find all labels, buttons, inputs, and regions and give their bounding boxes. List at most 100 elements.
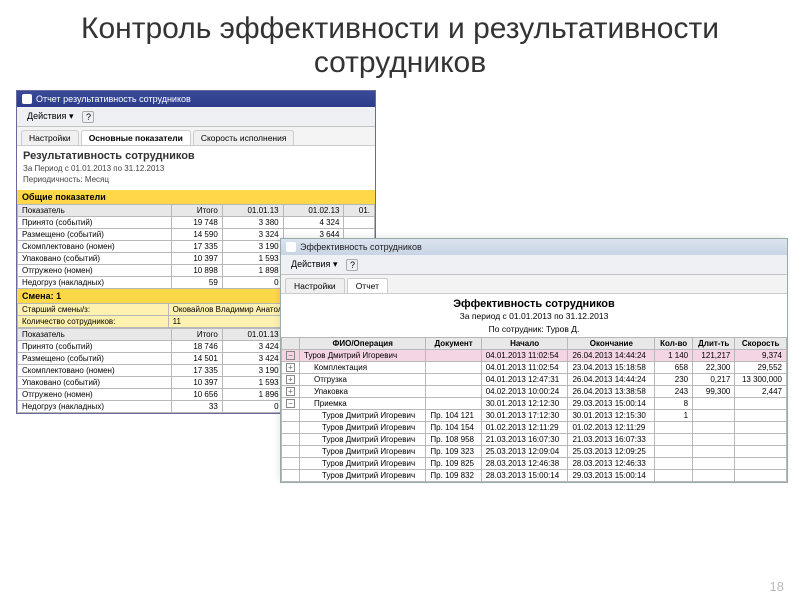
cell: Туров Дмитрий Игоревич (300, 434, 426, 446)
tree-toggle (282, 434, 300, 446)
cell (735, 470, 787, 482)
window-title: Отчет результативность сотрудников (36, 94, 191, 104)
cell: 230 (655, 374, 693, 386)
period-line: За Период с 01.01.2013 по 31.12.2013 (23, 164, 369, 173)
tab-report[interactable]: Отчет (347, 278, 388, 293)
tree-toggle[interactable]: + (282, 386, 300, 398)
table-row[interactable]: Туров Дмитрий ИгоревичПр. 109 32325.03.2… (282, 446, 787, 458)
cell-indicator: Скомплектовано (номен) (18, 241, 172, 253)
tree-toggle (282, 410, 300, 422)
table-row[interactable]: Принято (событий)19 7483 3804 324 (18, 217, 375, 229)
cell: Пр. 109 825 (426, 458, 481, 470)
cell: Пр. 104 121 (426, 410, 481, 422)
cell: Пр. 109 323 (426, 446, 481, 458)
col-document[interactable]: Документ (426, 338, 481, 350)
table-row[interactable]: +Упаковка04.02.2013 10:00:2426.04.2013 1… (282, 386, 787, 398)
cell (693, 470, 735, 482)
titlebar-efficiency[interactable]: Эффективность сотрудников (281, 239, 787, 255)
table-row[interactable]: +Отгрузка04.01.2013 12:47:3126.04.2013 1… (282, 374, 787, 386)
tree-toggle[interactable]: + (282, 374, 300, 386)
tree-toggle[interactable]: − (282, 350, 300, 362)
cell: 29,552 (735, 362, 787, 374)
tab-settings[interactable]: Настройки (285, 278, 345, 293)
cell: Пр. 104 154 (426, 422, 481, 434)
actions-menu[interactable]: Действия ▾ (21, 109, 79, 124)
cell-value: 17 335 (172, 365, 223, 377)
tab-speed[interactable]: Скорость исполнения (193, 130, 295, 145)
col-indicator[interactable]: Показатель (18, 205, 172, 217)
slide-title: Контроль эффективности и результативност… (0, 0, 800, 88)
col-m1[interactable]: 01.01.13 (222, 329, 283, 341)
col-m1[interactable]: 01.01.13 (222, 205, 283, 217)
cell: Отгрузка (300, 374, 426, 386)
table-row[interactable]: −Туров Дмитрий Игоревич04.01.2013 11:02:… (282, 350, 787, 362)
cell-value: 0 (222, 401, 283, 413)
table-row[interactable]: +Комплектация04.01.2013 11:02:5423.04.20… (282, 362, 787, 374)
cell-value: 1 593 (222, 377, 283, 389)
cell: 29.03.2013 15:00:14 (568, 398, 655, 410)
cell (735, 434, 787, 446)
panel-header: Результативность сотрудников За Период с… (17, 146, 375, 190)
tab-main-indicators[interactable]: Основные показатели (81, 130, 191, 145)
window-title: Эффективность сотрудников (300, 242, 422, 252)
table-row[interactable]: −Приемка30.01.2013 12:12:3029.03.2013 15… (282, 398, 787, 410)
col-tree (282, 338, 300, 350)
col-count[interactable]: Кол-во (655, 338, 693, 350)
section-general: Общие показатели (17, 190, 375, 204)
cell: 01.02.2013 12:11:29 (568, 422, 655, 434)
table-row[interactable]: Туров Дмитрий ИгоревичПр. 109 82528.03.2… (282, 458, 787, 470)
col-end[interactable]: Окончание (568, 338, 655, 350)
cell: 243 (655, 386, 693, 398)
cell (693, 434, 735, 446)
report-period: За период с 01.01.2013 по 31.12.2013 (281, 311, 787, 321)
cell: Туров Дмитрий Игоревич (300, 470, 426, 482)
actions-menu[interactable]: Действия ▾ (285, 257, 343, 272)
table-row[interactable]: Туров Дмитрий ИгоревичПр. 104 15401.02.2… (282, 422, 787, 434)
cell (735, 458, 787, 470)
col-fio[interactable]: ФИО/Операция (300, 338, 426, 350)
titlebar-results[interactable]: Отчет результативность сотрудников (17, 91, 375, 107)
cell-value: 18 746 (172, 341, 223, 353)
col-m3[interactable]: 01. (344, 205, 375, 217)
table-row[interactable]: Туров Дмитрий ИгоревичПр. 109 83228.03.2… (282, 470, 787, 482)
cell: 26.04.2013 13:38:58 (568, 386, 655, 398)
tree-toggle (282, 458, 300, 470)
col-speed[interactable]: Скорость (735, 338, 787, 350)
cell: Приемка (300, 398, 426, 410)
cell: 04.01.2013 11:02:54 (481, 362, 568, 374)
tab-settings[interactable]: Настройки (21, 130, 79, 145)
table-row[interactable]: Туров Дмитрий ИгоревичПр. 104 12130.01.2… (282, 410, 787, 422)
cell: 658 (655, 362, 693, 374)
cell-indicator: Упаковано (событий) (18, 253, 172, 265)
col-start[interactable]: Начало (481, 338, 568, 350)
tree-toggle[interactable]: + (282, 362, 300, 374)
cell-value: 0 (222, 277, 283, 289)
cell-value: 10 656 (172, 389, 223, 401)
cell: 28.03.2013 12:46:38 (481, 458, 568, 470)
col-indicator[interactable]: Показатель (18, 329, 172, 341)
table-efficiency: ФИО/Операция Документ Начало Окончание К… (281, 337, 787, 482)
cell: 26.04.2013 14:44:24 (568, 374, 655, 386)
cell: 30.01.2013 17:12:30 (481, 410, 568, 422)
table-row[interactable]: Туров Дмитрий ИгоревичПр. 108 95821.03.2… (282, 434, 787, 446)
col-total[interactable]: Итого (172, 329, 223, 341)
help-button[interactable]: ? (82, 111, 94, 123)
cell (693, 458, 735, 470)
cell (693, 422, 735, 434)
cell-value (344, 217, 375, 229)
cell (693, 446, 735, 458)
cell-indicator: Отгружено (номен) (18, 389, 172, 401)
col-m2[interactable]: 01.02.13 (283, 205, 344, 217)
cell: 26.04.2013 14:44:24 (568, 350, 655, 362)
help-button[interactable]: ? (346, 259, 358, 271)
senior-label: Старший смены/з: (18, 304, 169, 316)
cell-value: 1 898 (222, 265, 283, 277)
tree-toggle[interactable]: − (282, 398, 300, 410)
col-total[interactable]: Итого (172, 205, 223, 217)
cell (655, 446, 693, 458)
toolbar: Действия ▾ ? (17, 107, 375, 127)
cell (735, 410, 787, 422)
col-duration[interactable]: Длит-ть (693, 338, 735, 350)
cell: 9,374 (735, 350, 787, 362)
cell (426, 374, 481, 386)
